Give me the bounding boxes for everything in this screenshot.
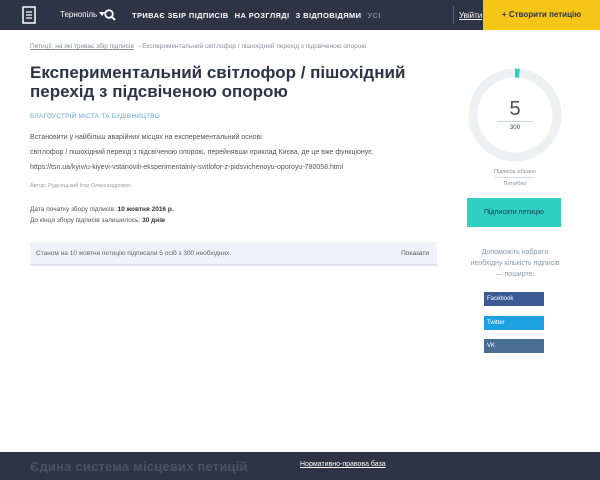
city-name: Тернопіль	[60, 10, 98, 19]
top-header: Тернопіль ТРИВАЄ ЗБІР ПІДПИСІВ НА РОЗГЛЯД…	[0, 0, 600, 30]
page-footer: Єдина система місцевих петицій Нормативн…	[0, 452, 600, 480]
remaining-label: До кінця збору підписів залишилось:	[30, 217, 141, 224]
main-nav: ТРИВАЄ ЗБІР ПІДПИСІВ НА РОЗГЛЯДІ З ВІДПОВІ…	[132, 11, 387, 20]
share-vk-button[interactable]: VK	[484, 339, 544, 353]
breadcrumb: Петиції, на які триває збір підписів →Ек…	[30, 43, 366, 50]
start-date-row: Дата початку збору підписів: 10 жовтня 2…	[30, 204, 174, 215]
login-link[interactable]: Увійти	[459, 11, 482, 20]
start-date-label: Дата початку збору підписів:	[30, 206, 116, 213]
search-icon[interactable]	[104, 9, 116, 21]
share-twitter-button[interactable]: Twitter	[484, 316, 544, 330]
remaining-row: До кінця збору підписів залишилось: 30 д…	[30, 215, 174, 226]
share-help-text: Допоможіть набрати необхідну кількість п…	[470, 249, 560, 278]
nav-item-collecting[interactable]: ТРИВАЄ ЗБІР ПІДПИСІВ	[132, 11, 229, 20]
gauge-divider	[497, 121, 533, 122]
petition-dates: Дата початку збору підписів: 10 жовтня 2…	[30, 204, 174, 226]
city-selector[interactable]: Тернопіль	[60, 10, 106, 19]
petition-description: Встановити у найбільш аварійних місцях н…	[30, 130, 430, 175]
needed-label: Потрібно	[503, 181, 527, 187]
nav-item-answered[interactable]: З ВІДПОВІДЯМИ	[296, 11, 362, 20]
breadcrumb-link[interactable]: Петиції, на які триває збір підписів	[30, 43, 134, 50]
collected-divider	[495, 177, 535, 178]
sign-petition-button[interactable]: Підписати петицію	[467, 198, 561, 227]
status-text: Станом на 10 жовтня петицію підписали 5 …	[36, 250, 232, 257]
signature-target: 300	[509, 124, 521, 131]
signature-status-bar: Станом на 10 жовтня петицію підписали 5 …	[30, 242, 437, 266]
show-signatures-link[interactable]: Показати	[401, 250, 429, 257]
author-label: Автор: Рудницький Ігор Олександрович	[30, 183, 131, 189]
collected-label: Підписів зібрано	[494, 169, 536, 175]
description-link[interactable]: https://tsn.ua/kyiv/u-kiyevi-vstanovili-…	[30, 160, 430, 175]
document-icon[interactable]	[22, 6, 36, 24]
nav-item-all[interactable]: УСІ	[367, 11, 380, 20]
signature-count: 5	[509, 98, 521, 120]
footer-title: Єдина система місцевих петицій	[30, 459, 248, 474]
description-line: світлофор / пішохідний перехід з підсвіч…	[30, 149, 374, 156]
create-petition-button[interactable]: + Створити петицію	[483, 0, 600, 30]
breadcrumb-current: Експериментальний світлофор / пішохідний…	[142, 43, 367, 50]
nav-item-review[interactable]: НА РОЗГЛЯДІ	[235, 11, 290, 20]
category-label: БЛАГОУСТРІЙ МІСТА ТА БУДІВНИЦТВО	[30, 113, 160, 120]
share-facebook-button[interactable]: Facebook	[484, 292, 544, 306]
remaining-value: 30 днів	[142, 217, 166, 224]
footer-legal-link[interactable]: Нормативно-правова база	[300, 461, 386, 468]
header-divider	[453, 6, 454, 24]
page-title: Експериментальний світлофор / пішохідний…	[30, 63, 406, 101]
description-line: Встановити у найбільш аварійних місцях н…	[30, 134, 262, 141]
start-date-value: 10 жовтня 2016 р.	[117, 206, 174, 213]
